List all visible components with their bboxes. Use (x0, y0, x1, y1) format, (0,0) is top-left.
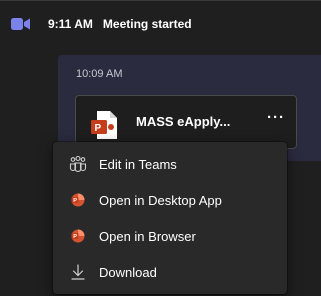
powerpoint-icon: P (69, 191, 87, 209)
more-options-button[interactable]: ··· (263, 106, 289, 132)
meeting-time: 9:11 AM (48, 17, 93, 31)
file-attachment-card[interactable]: P MASS eApply... ··· (75, 95, 297, 149)
divider (0, 0, 321, 1)
svg-text:P: P (73, 198, 77, 204)
file-name: MASS eApply... (136, 114, 231, 129)
menu-item-label: Open in Browser (99, 228, 196, 244)
menu-item-label: Download (99, 264, 157, 280)
powerpoint-icon: P (69, 227, 87, 245)
menu-item-label: Edit in Teams (99, 156, 177, 172)
file-context-menu: Edit in Teams P Open in Desktop App P Op… (53, 142, 287, 294)
meeting-status: Meeting started (102, 17, 192, 31)
download-icon (69, 263, 87, 281)
menu-item-open-desktop-app[interactable]: P Open in Desktop App (53, 182, 287, 218)
svg-text:P: P (73, 234, 77, 240)
menu-item-download[interactable]: Download (53, 254, 287, 290)
menu-item-edit-in-teams[interactable]: Edit in Teams (53, 146, 287, 182)
svg-text:P: P (95, 123, 102, 134)
menu-item-open-in-browser[interactable]: P Open in Browser (53, 218, 287, 254)
teams-icon (69, 155, 87, 173)
video-camera-icon (10, 13, 32, 35)
meeting-started-row: 9:11 AM Meeting started (10, 12, 192, 36)
menu-item-label: Open in Desktop App (99, 192, 222, 208)
powerpoint-icon: P (90, 110, 118, 140)
chat-pane: 9:11 AM Meeting started 10:09 AM P MASS … (0, 0, 321, 296)
message-time: 10:09 AM (76, 68, 123, 80)
